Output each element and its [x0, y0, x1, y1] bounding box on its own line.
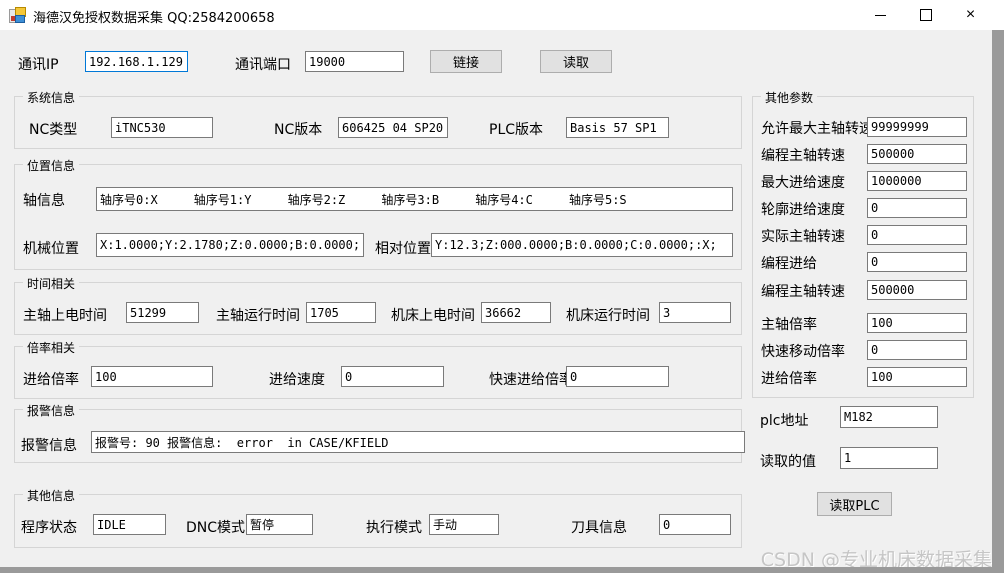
- max-feed-rate-label: 最大进给速度: [761, 172, 845, 192]
- feed-override-label: 进给倍率: [23, 369, 79, 389]
- relative-position-label: 相对位置: [375, 238, 431, 258]
- spindle-override-input[interactable]: [867, 313, 967, 333]
- actual-spindle-speed-label: 实际主轴转速: [761, 226, 845, 246]
- feed-override-input[interactable]: [91, 366, 213, 387]
- plc-version-input[interactable]: [566, 117, 669, 138]
- position-info-group: 位置信息 轴信息 机械位置 相对位置: [14, 164, 742, 270]
- other-info-group: 其他信息 程序状态 DNC模式 执行模式 刀具信息: [14, 494, 742, 548]
- system-info-group: 系统信息 NC类型 NC版本 PLC版本: [14, 96, 742, 149]
- feed-rate-input[interactable]: [341, 366, 444, 387]
- rapid-move-override-label: 快速移动倍率: [761, 341, 845, 361]
- rapid-feed-override-input[interactable]: [566, 366, 669, 387]
- programmed-feed-input[interactable]: [867, 252, 967, 272]
- contour-feed-rate-input[interactable]: [867, 198, 967, 218]
- alarm-info-input[interactable]: [91, 431, 745, 453]
- machine-position-label: 机械位置: [23, 238, 79, 258]
- machine-power-on-time-input[interactable]: [481, 302, 551, 323]
- maximize-button[interactable]: [903, 0, 948, 30]
- other-params-group: 其他参数 允许最大主轴转速 编程主轴转速 最大进给速度 轮廓进给速度 实际主轴转…: [752, 96, 974, 398]
- minimize-icon: [875, 15, 886, 16]
- alarm-info-label: 报警信息: [21, 435, 77, 455]
- dnc-mode-input[interactable]: [246, 514, 313, 535]
- plc-address-input[interactable]: [840, 406, 938, 428]
- window-shadow-right: [992, 30, 1004, 573]
- machine-run-time-input[interactable]: [659, 302, 731, 323]
- read-button[interactable]: 读取: [540, 50, 612, 73]
- machine-power-on-time-label: 机床上电时间: [391, 305, 475, 325]
- rapid-feed-override-label: 快速进给倍率: [489, 369, 573, 389]
- nc-type-input[interactable]: [111, 117, 213, 138]
- axis-info-input[interactable]: [96, 187, 733, 211]
- feed-override2-input[interactable]: [867, 367, 967, 387]
- override-info-group-title: 倍率相关: [23, 339, 79, 356]
- machine-run-time-label: 机床运行时间: [566, 305, 650, 325]
- nc-version-label: NC版本: [274, 119, 322, 139]
- dnc-mode-label: DNC模式: [186, 517, 245, 537]
- nc-type-label: NC类型: [29, 119, 77, 139]
- tool-info-input[interactable]: [659, 514, 731, 535]
- close-button[interactable]: ×: [948, 0, 993, 30]
- other-params-group-title: 其他参数: [761, 89, 817, 106]
- rapid-move-override-input[interactable]: [867, 340, 967, 360]
- connect-button[interactable]: 链接: [430, 50, 502, 73]
- maximize-icon: [920, 9, 932, 21]
- time-info-group-title: 时间相关: [23, 275, 79, 292]
- position-info-group-title: 位置信息: [23, 157, 79, 174]
- programmed-spindle-speed2-input[interactable]: [867, 280, 967, 300]
- plc-version-label: PLC版本: [489, 119, 543, 139]
- program-status-label: 程序状态: [21, 517, 77, 537]
- spindle-override-label: 主轴倍率: [761, 314, 817, 334]
- spindle-power-on-time-input[interactable]: [126, 302, 199, 323]
- spindle-power-on-time-label: 主轴上电时间: [23, 305, 107, 325]
- machine-position-input[interactable]: [96, 233, 364, 257]
- read-plc-button[interactable]: 读取PLC: [817, 492, 892, 516]
- programmed-spindle-speed-input[interactable]: [867, 144, 967, 164]
- execution-mode-label: 执行模式: [366, 517, 422, 537]
- window-title: 海德汉免授权数据采集 QQ:2584200658: [33, 7, 275, 26]
- close-icon: ×: [966, 7, 975, 23]
- comm-port-label: 通讯端口: [235, 54, 291, 74]
- max-allowed-spindle-speed-input[interactable]: [867, 117, 967, 137]
- app-icon: [9, 7, 25, 23]
- nc-version-input[interactable]: [338, 117, 448, 138]
- window-shadow-bottom: [0, 567, 992, 573]
- main-window: { "window": { "title": "海德汉免授权数据采集 QQ:25…: [0, 0, 1004, 573]
- system-info-group-title: 系统信息: [23, 89, 79, 106]
- title-bar: 海德汉免授权数据采集 QQ:2584200658 ×: [0, 0, 1004, 30]
- max-allowed-spindle-speed-label: 允许最大主轴转速: [761, 118, 873, 138]
- minimize-button[interactable]: [858, 0, 903, 30]
- execution-mode-input[interactable]: [429, 514, 499, 535]
- program-status-input[interactable]: [93, 514, 166, 535]
- programmed-spindle-speed2-label: 编程主轴转速: [761, 281, 845, 301]
- actual-spindle-speed-input[interactable]: [867, 225, 967, 245]
- other-info-group-title: 其他信息: [23, 487, 79, 504]
- comm-ip-input[interactable]: [85, 51, 188, 72]
- spindle-run-time-input[interactable]: [306, 302, 376, 323]
- comm-ip-label: 通讯IP: [18, 54, 59, 74]
- time-info-group: 时间相关 主轴上电时间 主轴运行时间 机床上电时间 机床运行时间: [14, 282, 742, 335]
- programmed-feed-label: 编程进给: [761, 253, 817, 273]
- axis-info-label: 轴信息: [23, 190, 65, 210]
- plc-address-label: plc地址: [760, 410, 808, 430]
- override-info-group: 倍率相关 进给倍率 进给速度 快速进给倍率: [14, 346, 742, 399]
- plc-read-value-input[interactable]: [840, 447, 938, 469]
- feed-rate-label: 进给速度: [269, 369, 325, 389]
- tool-info-label: 刀具信息: [571, 517, 627, 537]
- programmed-spindle-speed-label: 编程主轴转速: [761, 145, 845, 165]
- contour-feed-rate-label: 轮廓进给速度: [761, 199, 845, 219]
- comm-port-input[interactable]: [305, 51, 404, 72]
- alarm-info-group: 报警信息 报警信息: [14, 409, 742, 463]
- feed-override2-label: 进给倍率: [761, 368, 817, 388]
- plc-read-value-label: 读取的值: [760, 451, 816, 471]
- relative-position-input[interactable]: [431, 233, 733, 257]
- alarm-info-group-title: 报警信息: [23, 402, 79, 419]
- spindle-run-time-label: 主轴运行时间: [216, 305, 300, 325]
- max-feed-rate-input[interactable]: [867, 171, 967, 191]
